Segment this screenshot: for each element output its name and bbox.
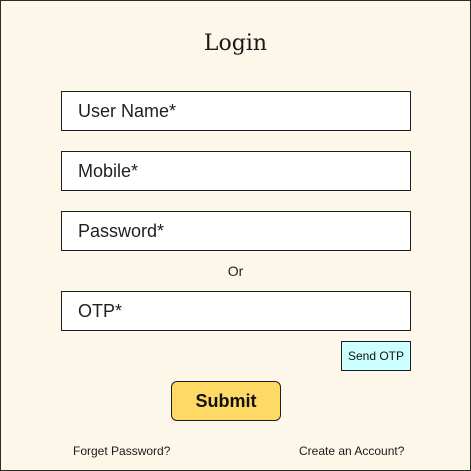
username-field[interactable]: User Name* [61,91,411,131]
mobile-field[interactable]: Mobile* [61,151,411,191]
or-divider-text: Or [227,263,244,279]
page-title: Login [203,31,268,56]
create-account-link[interactable]: Create an Account? [299,444,404,458]
username-placeholder: User Name* [78,101,177,121]
mobile-placeholder: Mobile* [78,161,139,181]
submit-button[interactable]: Submit [171,381,281,421]
otp-field[interactable]: OTP* [61,291,411,331]
password-placeholder: Password* [78,221,165,241]
otp-placeholder: OTP* [78,301,123,321]
send-otp-button[interactable]: Send OTP [341,341,411,371]
login-panel: Login User Name* Mobile* Password* Or OT… [0,0,471,471]
forget-password-link[interactable]: Forget Password? [73,444,170,458]
password-field[interactable]: Password* [61,211,411,251]
